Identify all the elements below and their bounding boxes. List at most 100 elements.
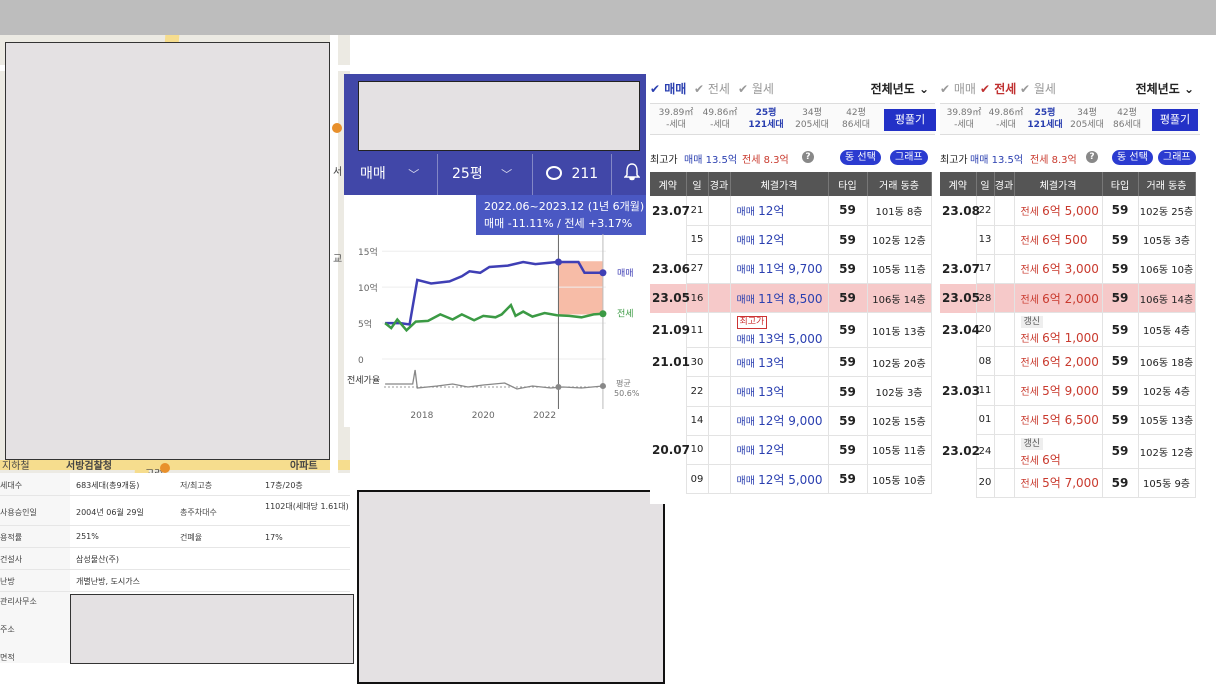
contract-day: 01 (976, 405, 995, 435)
filter-monthly[interactable]: ✔ 월세 (738, 80, 774, 97)
size-option-selected[interactable]: 25평 121세대 (744, 107, 788, 131)
chevron-down-icon: ﹀ (408, 168, 420, 181)
deal-price: 매매 11억 9,700 (730, 254, 829, 285)
avg-label: 평균 (616, 378, 631, 388)
price-line-chart[interactable]: 15억 10억 5억 0 매매전세전세가율 평균50.6% 2018 2020 2022 (344, 234, 646, 427)
table-row[interactable]: 23.05 28 전세 6억 2,000 59 106동 14층 (940, 283, 1196, 314)
help-icon[interactable]: ? (1086, 151, 1098, 163)
elapsed-cell (708, 464, 731, 495)
info-value: 17층/20층 (265, 481, 303, 490)
table-row[interactable]: 23.03 11 전세 5억 9,000 59 102동 4층 (940, 375, 1196, 406)
table-row[interactable]: 08 전세 6억 2,000 59 106동 18층 (940, 346, 1196, 377)
deal-price: 전세 6억 500 (1014, 225, 1103, 255)
comment-icon (546, 166, 562, 180)
size-option[interactable]: 34평 205세대 (1065, 107, 1109, 131)
size-option-selected[interactable]: 25평 121세대 (1023, 107, 1067, 131)
table-row[interactable]: 21.01 30 매매 13억 59 102동 20층 (650, 347, 932, 378)
contract-day: 13 (976, 225, 995, 255)
table-row[interactable]: 14 매매 12억 9,000 59 102동 15층 (650, 406, 932, 436)
contract-day: 09 (686, 464, 709, 495)
size-option[interactable]: 39.89㎡ -세대 (654, 107, 698, 131)
contract-month: 20.07 (650, 435, 690, 465)
renewal-badge: 갱신 (1020, 437, 1044, 450)
help-icon[interactable]: ? (802, 151, 814, 163)
graph-button[interactable]: 그래프 (1158, 150, 1196, 165)
column-header: 체결가격 (730, 172, 829, 196)
year-dropdown[interactable]: 전체년도 ⌄ (871, 80, 929, 97)
contract-month: 21.01 (650, 347, 690, 377)
unit-type: 59 (828, 196, 868, 226)
filter-sale[interactable]: ✔ 매매 (650, 80, 686, 97)
deal-price: 전세 6억 5,000 (1014, 196, 1103, 226)
size-dropdown[interactable]: 25평 ﹀ (452, 154, 512, 195)
table-row[interactable]: 22 매매 13억 59 102동 3층 (650, 376, 932, 407)
table-row[interactable]: 13 전세 6억 500 59 105동 3층 (940, 225, 1196, 255)
select-building-button[interactable]: 동 선택 (840, 150, 881, 165)
y-tick-label: 0 (358, 356, 364, 366)
table-row[interactable]: 23.02 24 갱신 전세 6억 59 102동 12층 (940, 434, 1196, 469)
table-row[interactable]: 23.08 22 전세 6억 5,000 59 102동 25층 (940, 196, 1196, 226)
elapsed-cell (708, 347, 731, 378)
deal-type-dropdown[interactable]: 매매 ﹀ (360, 154, 419, 195)
building-floor: 101동 13층 (867, 312, 932, 349)
size-option[interactable]: 39.89㎡ -세대 (942, 107, 986, 131)
poi-marker-icon[interactable] (160, 463, 170, 473)
deal-price: 전세 5억 6,500 (1014, 405, 1103, 435)
deal-price: 매매 12억 (730, 225, 829, 255)
table-row[interactable]: 23.06 27 매매 11억 9,700 59 105동 11층 (650, 254, 932, 285)
price-chart-widget: 매매 ﹀ 25평 ﹀ 211 2022.06~2023.12 (1년 6개월) … (344, 74, 646, 427)
highlight-band (558, 261, 603, 315)
size-option[interactable]: 49.86㎡ -세대 (984, 107, 1028, 131)
column-header: 경과 (994, 172, 1015, 196)
unit-type: 59 (1102, 375, 1139, 406)
size-option[interactable]: 49.86㎡ -세대 (698, 107, 742, 131)
deal-price: 매매 12억 (730, 196, 829, 226)
bell-icon[interactable] (623, 154, 641, 195)
table-row[interactable]: 15 매매 12억 59 102동 12층 (650, 225, 932, 255)
unit-type: 59 (1102, 405, 1139, 435)
deal-price: 전세 5억 9,000 (1014, 375, 1103, 406)
series-label: 전세 (617, 309, 634, 320)
filter-jeonse[interactable]: ✔ 전세 (694, 80, 730, 97)
unit-type: 59 (828, 406, 868, 436)
info-value: 17% (265, 533, 283, 542)
elapsed-cell (994, 405, 1015, 435)
table-row[interactable]: 20.07 10 매매 12억 59 105동 11층 (650, 435, 932, 466)
size-option[interactable]: 34평 205세대 (790, 107, 834, 131)
expand-size-button[interactable]: 평풀기 (884, 109, 936, 131)
select-building-button[interactable]: 동 선택 (1112, 150, 1153, 165)
table-row[interactable]: 23.05 16 매매 11억 8,500 59 106동 14층 (650, 283, 932, 314)
filter-jeonse[interactable]: ✔ 전세 (980, 80, 1016, 97)
deal-price: 최고가 매매 13억 5,000 (730, 312, 829, 349)
info-key: 관리사무소 (0, 597, 37, 606)
table-row[interactable]: 09 매매 12억 5,000 59 105동 10층 (650, 464, 932, 495)
comments-button[interactable]: 211 (546, 154, 598, 195)
table-row[interactable]: 20 전세 5억 7,000 59 105동 9층 (940, 468, 1196, 499)
expand-size-button[interactable]: 평풀기 (1152, 109, 1198, 131)
table-row[interactable]: 01 전세 5억 6,500 59 105동 13층 (940, 405, 1196, 435)
redacted-region (70, 594, 354, 664)
max-price-badge: 최고가 (736, 316, 768, 330)
deal-price: 매매 12억 9,000 (730, 406, 829, 436)
size-option[interactable]: 42평 86세대 (834, 107, 878, 131)
table-row[interactable]: 21.09 11 최고가 매매 13억 5,000 59 101동 13층 (650, 312, 932, 349)
graph-button[interactable]: 그래프 (890, 150, 928, 165)
poi-marker-icon[interactable] (332, 123, 342, 133)
building-floor: 105동 3층 (1138, 225, 1196, 255)
table-row[interactable]: 23.07 17 전세 6억 3,000 59 106동 10층 (940, 254, 1196, 285)
building-floor: 105동 9층 (1138, 468, 1196, 499)
building-floor: 102동 20층 (867, 347, 932, 378)
filter-sale[interactable]: ✔ 매매 (940, 80, 976, 97)
building-floor: 106동 14층 (867, 283, 932, 314)
size-option[interactable]: 42평 86세대 (1105, 107, 1149, 131)
elapsed-cell (708, 376, 731, 407)
deal-price: 매매 13억 (730, 376, 829, 407)
year-dropdown[interactable]: 전체년도 ⌄ (1136, 80, 1194, 97)
table-row[interactable]: 23.07 21 매매 12억 59 101동 8층 (650, 196, 932, 226)
filter-monthly[interactable]: ✔ 월세 (1020, 80, 1056, 97)
column-header: 타입 (828, 172, 868, 196)
contract-month: 23.06 (650, 254, 690, 284)
unit-type: 59 (828, 376, 868, 407)
deal-price: 전세 6억 3,000 (1014, 254, 1103, 285)
table-row[interactable]: 23.04 20 갱신 전세 6억 1,000 59 105동 4층 (940, 312, 1196, 348)
